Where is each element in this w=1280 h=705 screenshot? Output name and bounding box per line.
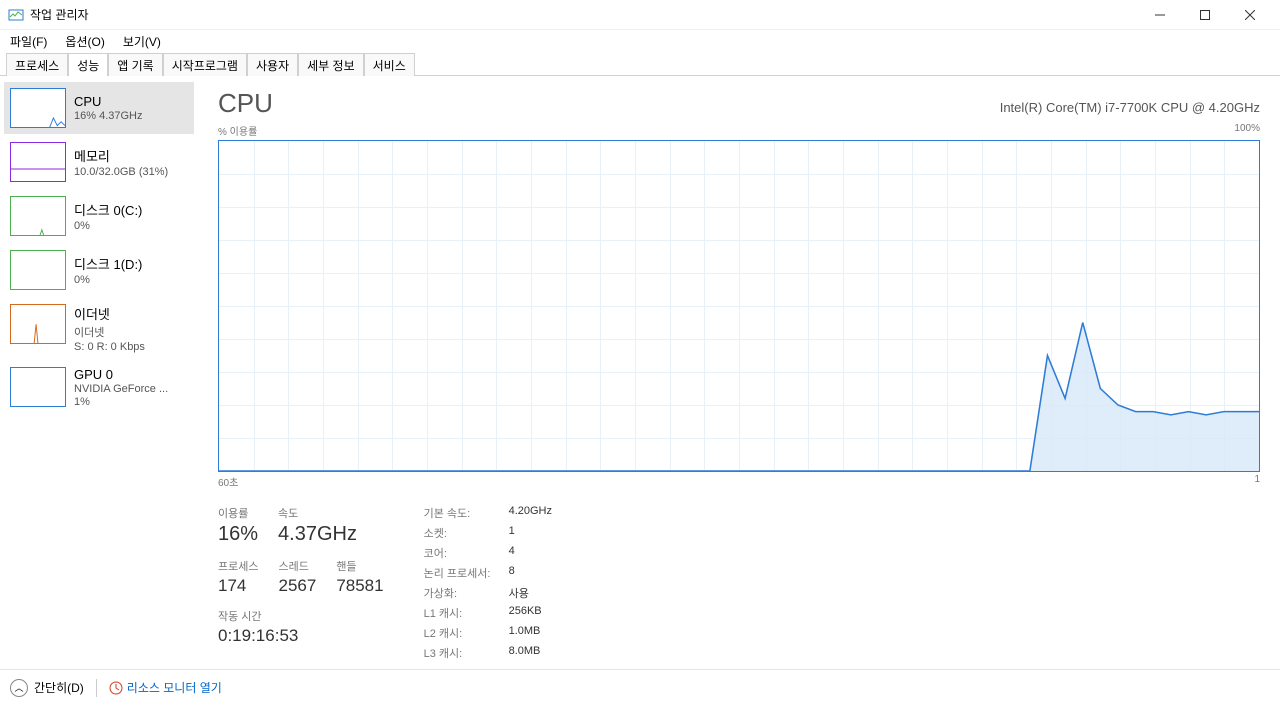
stat-row: 논리 프로세서:8 xyxy=(424,565,552,581)
sidebar-item-CPU[interactable]: CPU 16% 4.37GHz xyxy=(4,82,194,134)
stat-key: L3 캐시: xyxy=(424,645,509,661)
tab-세부 정보[interactable]: 세부 정보 xyxy=(298,53,364,76)
x-axis-left: 60초 xyxy=(218,474,238,489)
stat-val: 사용 xyxy=(509,585,529,601)
sidebar-item-메모리[interactable]: 메모리 10.0/32.0GB (31%) xyxy=(4,136,194,188)
minimize-button[interactable] xyxy=(1137,0,1182,30)
handles-label: 핸들 xyxy=(336,558,383,574)
sidebar-item-이더넷[interactable]: 이더넷 이더넷 S: 0 R: 0 Kbps xyxy=(4,298,194,359)
sidebar-sub: 이더넷 xyxy=(74,324,145,340)
thumbnail xyxy=(10,304,66,344)
stats-right: 기본 속도:4.20GHz소켓:1코어:4논리 프로세서:8가상화:사용L1 캐… xyxy=(424,505,552,661)
tab-사용자[interactable]: 사용자 xyxy=(247,53,298,76)
proc-value: 174 xyxy=(218,576,258,596)
sidebar-item-디스크 1(D:)[interactable]: 디스크 1(D:) 0% xyxy=(4,244,194,296)
stat-row: 코어:4 xyxy=(424,545,552,561)
tab-앱 기록[interactable]: 앱 기록 xyxy=(108,53,162,76)
sidebar-title: 디스크 0(C:) xyxy=(74,200,142,219)
maximize-button[interactable] xyxy=(1182,0,1227,30)
collapse-button[interactable]: ︿ 간단히(D) xyxy=(10,679,84,697)
stat-key: 논리 프로세서: xyxy=(424,565,509,581)
sidebar-title: GPU 0 xyxy=(74,367,168,382)
handles-value: 78581 xyxy=(336,576,383,596)
sidebar-sub2: S: 0 R: 0 Kbps xyxy=(74,341,145,353)
sidebar-sub2: 1% xyxy=(74,396,168,408)
stat-key: L1 캐시: xyxy=(424,605,509,621)
divider xyxy=(96,679,97,697)
thumbnail xyxy=(10,367,66,407)
title-bar: 작업 관리자 xyxy=(0,0,1280,30)
sidebar-item-디스크 0(C:)[interactable]: 디스크 0(C:) 0% xyxy=(4,190,194,242)
sidebar-title: 이더넷 xyxy=(74,304,145,323)
page-title: CPU xyxy=(218,88,273,119)
sidebar: CPU 16% 4.37GHz 메모리 10.0/32.0GB (31%) 디스… xyxy=(0,76,198,683)
thumbnail xyxy=(10,142,66,182)
threads-value: 2567 xyxy=(278,576,316,596)
speed-label: 속도 xyxy=(278,505,357,521)
window-title: 작업 관리자 xyxy=(30,6,1137,23)
stat-val: 1.0MB xyxy=(509,625,541,641)
sidebar-sub: 0% xyxy=(74,274,142,286)
main-panel: CPU Intel(R) Core(TM) i7-7700K CPU @ 4.2… xyxy=(198,76,1280,683)
footer: ︿ 간단히(D) 리소스 모니터 열기 xyxy=(0,669,1280,705)
sidebar-sub: 16% 4.37GHz xyxy=(74,110,142,122)
menu-options[interactable]: 옵션(O) xyxy=(61,31,108,52)
cpu-model: Intel(R) Core(TM) i7-7700K CPU @ 4.20GHz xyxy=(1000,100,1260,115)
stat-val: 1 xyxy=(509,525,515,541)
y-axis-label: % 이용률 xyxy=(218,123,257,138)
stats: 이용률 16% 속도 4.37GHz 프로세스 174 스레드 xyxy=(218,505,1260,661)
sidebar-sub: 0% xyxy=(74,220,142,232)
util-label: 이용률 xyxy=(218,505,258,521)
proc-label: 프로세스 xyxy=(218,558,258,574)
menu-view[interactable]: 보기(V) xyxy=(119,31,165,52)
window-controls xyxy=(1137,0,1272,30)
tab-bar: 프로세스성능앱 기록시작프로그램사용자세부 정보서비스 xyxy=(0,52,1280,76)
sidebar-sub: NVIDIA GeForce ... xyxy=(74,383,168,395)
menu-bar: 파일(F) 옵션(O) 보기(V) xyxy=(0,30,1280,52)
tab-서비스[interactable]: 서비스 xyxy=(364,53,415,76)
chevron-up-icon: ︿ xyxy=(10,679,28,697)
stat-val: 4 xyxy=(509,545,515,561)
util-value: 16% xyxy=(218,523,258,546)
stat-val: 256KB xyxy=(509,605,542,621)
threads-label: 스레드 xyxy=(278,558,316,574)
app-icon xyxy=(8,7,24,23)
tab-시작프로그램[interactable]: 시작프로그램 xyxy=(163,53,247,76)
sidebar-title: 메모리 xyxy=(74,146,168,165)
uptime-label: 작동 시간 xyxy=(218,608,384,624)
sidebar-sub: 10.0/32.0GB (31%) xyxy=(74,166,168,178)
sidebar-title: 디스크 1(D:) xyxy=(74,254,142,273)
thumbnail xyxy=(10,196,66,236)
stat-row: 기본 속도:4.20GHz xyxy=(424,505,552,521)
tab-프로세스[interactable]: 프로세스 xyxy=(6,53,68,76)
stat-row: L2 캐시:1.0MB xyxy=(424,625,552,641)
stat-key: L2 캐시: xyxy=(424,625,509,641)
stat-val: 8 xyxy=(509,565,515,581)
resource-monitor-link[interactable]: 리소스 모니터 열기 xyxy=(109,679,222,696)
stat-val: 4.20GHz xyxy=(509,505,552,521)
stat-row: 가상화:사용 xyxy=(424,585,552,601)
sidebar-item-GPU 0[interactable]: GPU 0 NVIDIA GeForce ... 1% xyxy=(4,361,194,414)
stat-key: 기본 속도: xyxy=(424,505,509,521)
close-button[interactable] xyxy=(1227,0,1272,30)
menu-file[interactable]: 파일(F) xyxy=(6,31,51,52)
tab-성능[interactable]: 성능 xyxy=(68,53,108,76)
stat-row: L3 캐시:8.0MB xyxy=(424,645,552,661)
monitor-icon xyxy=(109,681,123,695)
cpu-chart[interactable] xyxy=(218,140,1260,472)
x-axis-right: 1 xyxy=(1254,474,1260,489)
stat-key: 소켓: xyxy=(424,525,509,541)
stat-key: 코어: xyxy=(424,545,509,561)
sidebar-title: CPU xyxy=(74,94,142,109)
stat-row: 소켓:1 xyxy=(424,525,552,541)
speed-value: 4.37GHz xyxy=(278,523,357,546)
uptime-value: 0:19:16:53 xyxy=(218,626,384,646)
thumbnail xyxy=(10,88,66,128)
stat-key: 가상화: xyxy=(424,585,509,601)
y-axis-max: 100% xyxy=(1234,123,1260,138)
stat-val: 8.0MB xyxy=(509,645,541,661)
thumbnail xyxy=(10,250,66,290)
stat-row: L1 캐시:256KB xyxy=(424,605,552,621)
